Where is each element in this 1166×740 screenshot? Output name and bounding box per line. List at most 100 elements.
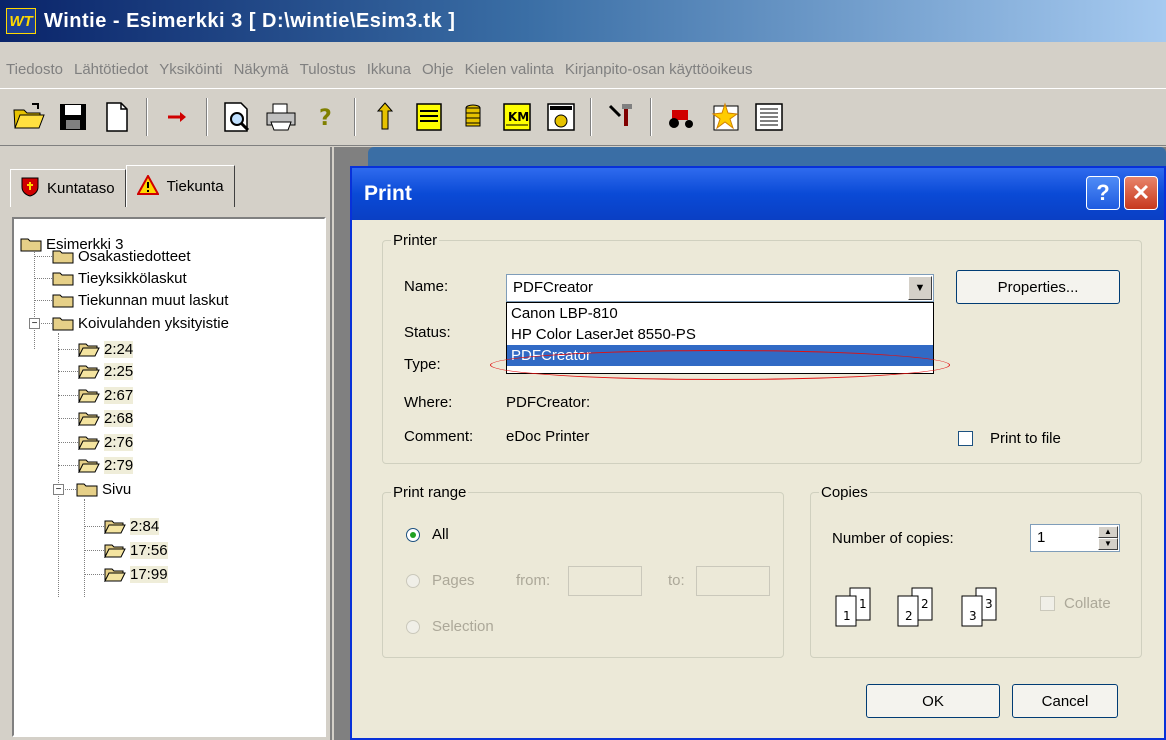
window-title: Wintie - Esimerkki 3 [ D:\wintie\Esim3.t… [44, 9, 456, 32]
print-range-label: Print range [393, 484, 467, 501]
chevron-down-icon[interactable]: ▼ [908, 276, 932, 300]
open-folder-icon[interactable] [10, 98, 48, 136]
collate-checkbox[interactable] [1040, 596, 1055, 611]
tree-line [84, 574, 104, 575]
km-icon[interactable]: KM [498, 98, 536, 136]
menu-ohje[interactable]: Ohje [422, 61, 454, 78]
document-list-icon[interactable] [410, 98, 448, 136]
close-icon: ✕ [1131, 180, 1151, 205]
tree-node-osakastiedotteet[interactable]: Osakastiedotteet [52, 245, 191, 267]
printer-icon[interactable] [262, 98, 300, 136]
shield-icon [21, 177, 39, 201]
tractor-icon[interactable] [662, 98, 700, 136]
tree-node-sivu[interactable]: Sivu [76, 478, 131, 500]
print-to-file-checkbox[interactable] [958, 431, 973, 446]
tab-kuntataso[interactable]: Kuntataso [10, 169, 126, 207]
tree-node-2-24[interactable]: 2:24 [78, 338, 134, 360]
from-page-input[interactable] [568, 566, 642, 596]
range-all-radio[interactable] [406, 528, 420, 542]
arrow-right-icon[interactable] [158, 98, 196, 136]
close-button[interactable]: ✕ [1124, 176, 1158, 210]
calculator-icon[interactable] [542, 98, 580, 136]
menu-ikkuna[interactable]: Ikkuna [367, 61, 411, 78]
warning-triangle-icon [135, 173, 160, 199]
new-document-icon[interactable] [98, 98, 136, 136]
tree-node-label: 2:68 [104, 409, 134, 427]
tab-tiekunta-label: Tiekunta [166, 178, 224, 195]
where-label: Where: [404, 394, 453, 411]
tree-node-koivulahti[interactable]: Koivulahden yksityistie [52, 312, 229, 334]
collate-label: Collate [1064, 595, 1111, 612]
save-icon[interactable] [54, 98, 92, 136]
road-sign-icon[interactable] [366, 98, 404, 136]
copies-spinner[interactable]: 1 ▲ ▼ [1030, 524, 1120, 552]
tree-node-2-67[interactable]: 2:67 [78, 384, 134, 406]
collapse-toggle[interactable]: − [53, 484, 64, 495]
menu-yksikointi[interactable]: Yksiköinti [159, 61, 222, 78]
tab-tiekunta[interactable]: Tiekunta [125, 165, 235, 207]
tools-icon[interactable] [602, 98, 640, 136]
coins-icon[interactable] [454, 98, 492, 136]
open-folder-icon [78, 387, 100, 404]
printer-option-hp[interactable]: HP Color LaserJet 8550-PS [507, 324, 933, 345]
tree-node-label: 17:56 [130, 541, 168, 559]
svg-text:KM: KM [508, 110, 529, 124]
printer-dropdown-list: Canon LBP-810 HP Color LaserJet 8550-PS … [506, 302, 934, 374]
range-pages-radio[interactable] [406, 574, 420, 588]
page-number-label: 1 [843, 609, 851, 623]
tree-node-2-68[interactable]: 2:68 [78, 407, 134, 429]
type-label: Type: [404, 356, 441, 373]
menu-lahtotiedot[interactable]: Lähtötiedot [74, 61, 148, 78]
tree-line [84, 550, 104, 551]
printer-option-canon[interactable]: Canon LBP-810 [507, 303, 933, 324]
open-folder-icon [78, 341, 100, 358]
tree-node-17-99[interactable]: 17:99 [104, 563, 168, 585]
open-folder-icon [78, 434, 100, 451]
toolbar: ? KM [0, 88, 1166, 146]
cancel-button[interactable]: Cancel [1012, 684, 1118, 718]
range-selection-label: Selection [432, 618, 494, 635]
menu-bar: Tiedosto Lähtötiedot Yksiköinti Näkymä T… [0, 54, 1166, 84]
help-button[interactable]: ? [1086, 176, 1120, 210]
printer-name-select[interactable]: PDFCreator ▼ [506, 274, 934, 302]
tree-node-2-76[interactable]: 2:76 [78, 431, 134, 453]
range-selection-radio[interactable] [406, 620, 420, 634]
range-all-label: All [432, 526, 449, 543]
tree-node-2-79[interactable]: 2:79 [78, 454, 134, 476]
properties-button[interactable]: Properties... [956, 270, 1120, 304]
collapse-toggle[interactable]: − [29, 318, 40, 329]
tree-node-label: 2:76 [104, 433, 134, 451]
menu-kielen-valinta[interactable]: Kielen valinta [465, 61, 554, 78]
printer-option-pdfcreator[interactable]: PDFCreator [507, 345, 933, 366]
spin-buttons: ▲ ▼ [1098, 526, 1118, 550]
to-page-input[interactable] [696, 566, 770, 596]
toolbar-separator [206, 98, 208, 136]
sparkle-sheet-icon[interactable] [706, 98, 744, 136]
tree-node-muut-laskut[interactable]: Tiekunnan muut laskut [52, 289, 228, 311]
menu-nakyma[interactable]: Näkymä [234, 61, 289, 78]
print-preview-icon[interactable] [218, 98, 256, 136]
spin-down-icon[interactable]: ▼ [1098, 538, 1118, 550]
open-folder-icon [104, 518, 126, 535]
tree-node-label: 17:99 [130, 565, 168, 583]
tree-node-17-56[interactable]: 17:56 [104, 539, 168, 561]
report-sheet-icon[interactable] [750, 98, 788, 136]
tree-line [58, 418, 78, 419]
tree-node-2-84[interactable]: 2:84 [104, 515, 160, 537]
copies-group: Copies [810, 484, 1142, 658]
menu-tulostus[interactable]: Tulostus [300, 61, 356, 78]
tree-node-2-25[interactable]: 2:25 [78, 360, 134, 382]
menu-kirjanpito[interactable]: Kirjanpito-osan käyttöoikeus [565, 61, 753, 78]
help-question-icon[interactable]: ? [306, 98, 344, 136]
tree-node-tieyksikkolaskut[interactable]: Tieyksikkölaskut [52, 267, 187, 289]
open-folder-icon [104, 542, 126, 559]
menu-tiedosto[interactable]: Tiedosto [6, 61, 63, 78]
where-value: PDFCreator: [506, 394, 591, 411]
name-label: Name: [404, 278, 449, 295]
ok-button[interactable]: OK [866, 684, 1000, 718]
help-icon: ? [1096, 180, 1110, 205]
spin-up-icon[interactable]: ▲ [1098, 526, 1118, 538]
copies-group-label: Copies [821, 484, 868, 501]
page-number-label: 1 [859, 597, 867, 611]
svg-text:?: ? [319, 106, 332, 131]
